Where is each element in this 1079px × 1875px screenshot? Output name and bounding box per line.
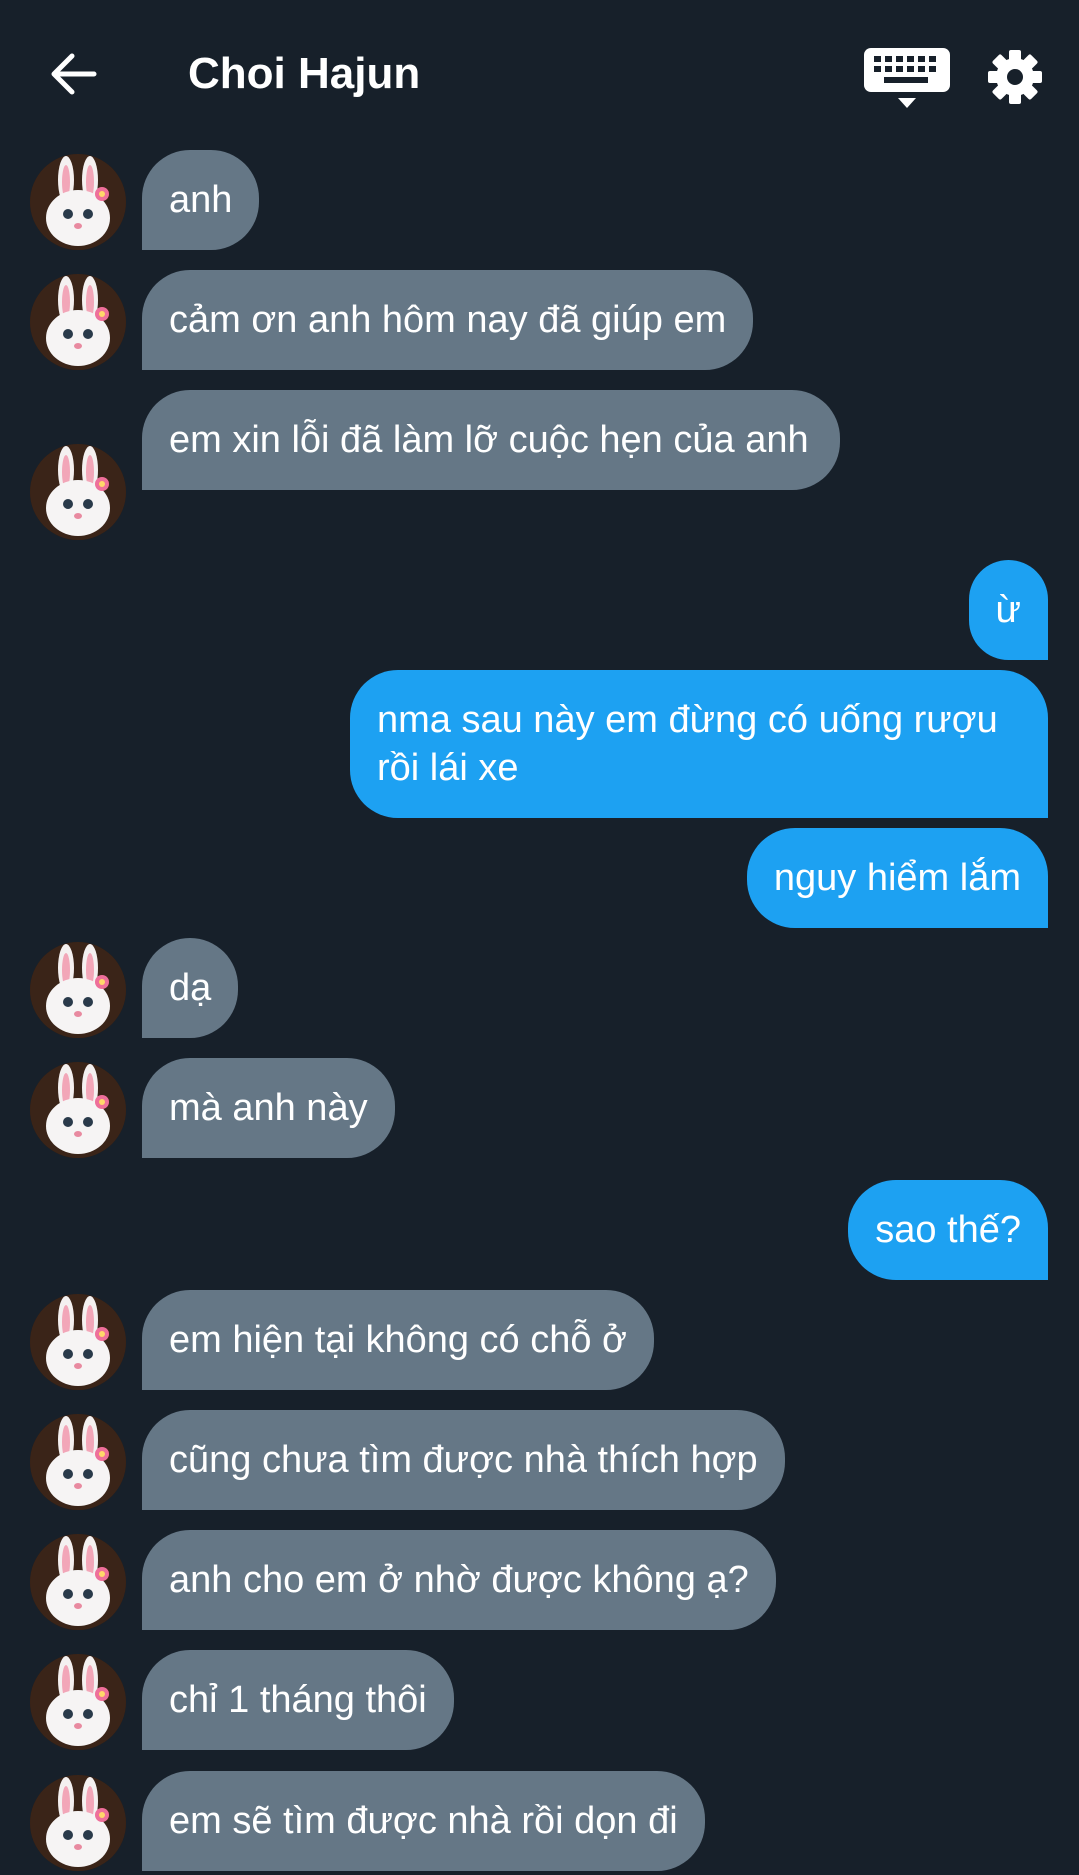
back-button[interactable] — [44, 46, 100, 102]
message-row-incoming: em sẽ tìm được nhà rồi dọn đi — [0, 1771, 1079, 1871]
conversation-title: Choi Hajun — [188, 49, 421, 98]
bunny-icon — [30, 274, 126, 370]
message-bubble-incoming[interactable]: em xin lỗi đã làm lỡ cuộc hẹn của anh — [142, 390, 840, 490]
message-row-outgoing: ừ — [0, 560, 1079, 660]
bunny-avatar[interactable] — [30, 1294, 126, 1390]
message-bubble-outgoing[interactable]: ừ — [968, 560, 1048, 660]
bunny-icon — [30, 444, 126, 540]
bunny-icon — [30, 1294, 126, 1390]
message-bubble-incoming[interactable]: mà anh này — [142, 1058, 395, 1158]
message-row-incoming: cũng chưa tìm được nhà thích hợp — [0, 1410, 1079, 1510]
message-row-incoming: em xin lỗi đã làm lỡ cuộc hẹn của anh — [0, 390, 1079, 540]
bunny-icon — [30, 1775, 126, 1871]
message-bubble-incoming[interactable]: cũng chưa tìm được nhà thích hợp — [142, 1410, 785, 1510]
message-bubble-incoming[interactable]: anh cho em ở nhờ được không ạ? — [142, 1530, 776, 1630]
message-row-outgoing: nguy hiểm lắm — [0, 828, 1079, 928]
message-row-incoming: em hiện tại không có chỗ ở — [0, 1290, 1079, 1390]
message-row-incoming: cảm ơn anh hôm nay đã giúp em — [0, 270, 1079, 370]
message-row-outgoing: sao thế? — [0, 1180, 1079, 1280]
message-bubble-incoming[interactable]: dạ — [142, 938, 239, 1038]
message-row-incoming: chỉ 1 tháng thôi — [0, 1650, 1079, 1750]
bunny-avatar[interactable] — [30, 274, 126, 370]
arrow-left-icon — [51, 53, 97, 95]
bunny-avatar[interactable] — [30, 1414, 126, 1510]
bunny-icon — [30, 1654, 126, 1750]
bunny-avatar[interactable] — [30, 1654, 126, 1750]
bunny-avatar[interactable] — [30, 1534, 126, 1630]
bunny-avatar[interactable] — [30, 444, 126, 540]
message-row-incoming: dạ — [0, 938, 1079, 1038]
keyboard-icon — [864, 48, 950, 108]
message-bubble-outgoing[interactable]: nma sau này em đừng có uống rượu rồi lái… — [350, 670, 1048, 818]
message-bubble-outgoing[interactable]: nguy hiểm lắm — [746, 828, 1048, 928]
message-row-outgoing: nma sau này em đừng có uống rượu rồi lái… — [0, 670, 1079, 818]
message-row-incoming: anh — [0, 150, 1079, 250]
message-bubble-incoming[interactable]: em sẽ tìm được nhà rồi dọn đi — [142, 1771, 705, 1871]
message-bubble-incoming[interactable]: anh — [142, 150, 260, 250]
bunny-avatar[interactable] — [30, 1062, 126, 1158]
bunny-icon — [30, 1414, 126, 1510]
message-row-incoming: mà anh này — [0, 1058, 1079, 1158]
keyboard-button[interactable] — [860, 44, 960, 110]
message-row-incoming: anh cho em ở nhờ được không ạ? — [0, 1530, 1079, 1630]
settings-button[interactable] — [982, 44, 1048, 110]
bunny-icon — [30, 942, 126, 1038]
bunny-icon — [30, 154, 126, 250]
message-bubble-incoming[interactable]: chỉ 1 tháng thôi — [142, 1650, 454, 1750]
message-bubble-outgoing[interactable]: sao thế? — [848, 1180, 1048, 1280]
gear-icon — [988, 50, 1042, 104]
message-bubble-incoming[interactable]: cảm ơn anh hôm nay đã giúp em — [142, 270, 754, 370]
bunny-icon — [30, 1534, 126, 1630]
message-bubble-incoming[interactable]: em hiện tại không có chỗ ở — [142, 1290, 654, 1390]
bunny-icon — [30, 1062, 126, 1158]
bunny-avatar[interactable] — [30, 1775, 126, 1871]
bunny-avatar[interactable] — [30, 942, 126, 1038]
top-bar: Choi Hajun — [0, 0, 1079, 140]
bunny-avatar[interactable] — [30, 154, 126, 250]
